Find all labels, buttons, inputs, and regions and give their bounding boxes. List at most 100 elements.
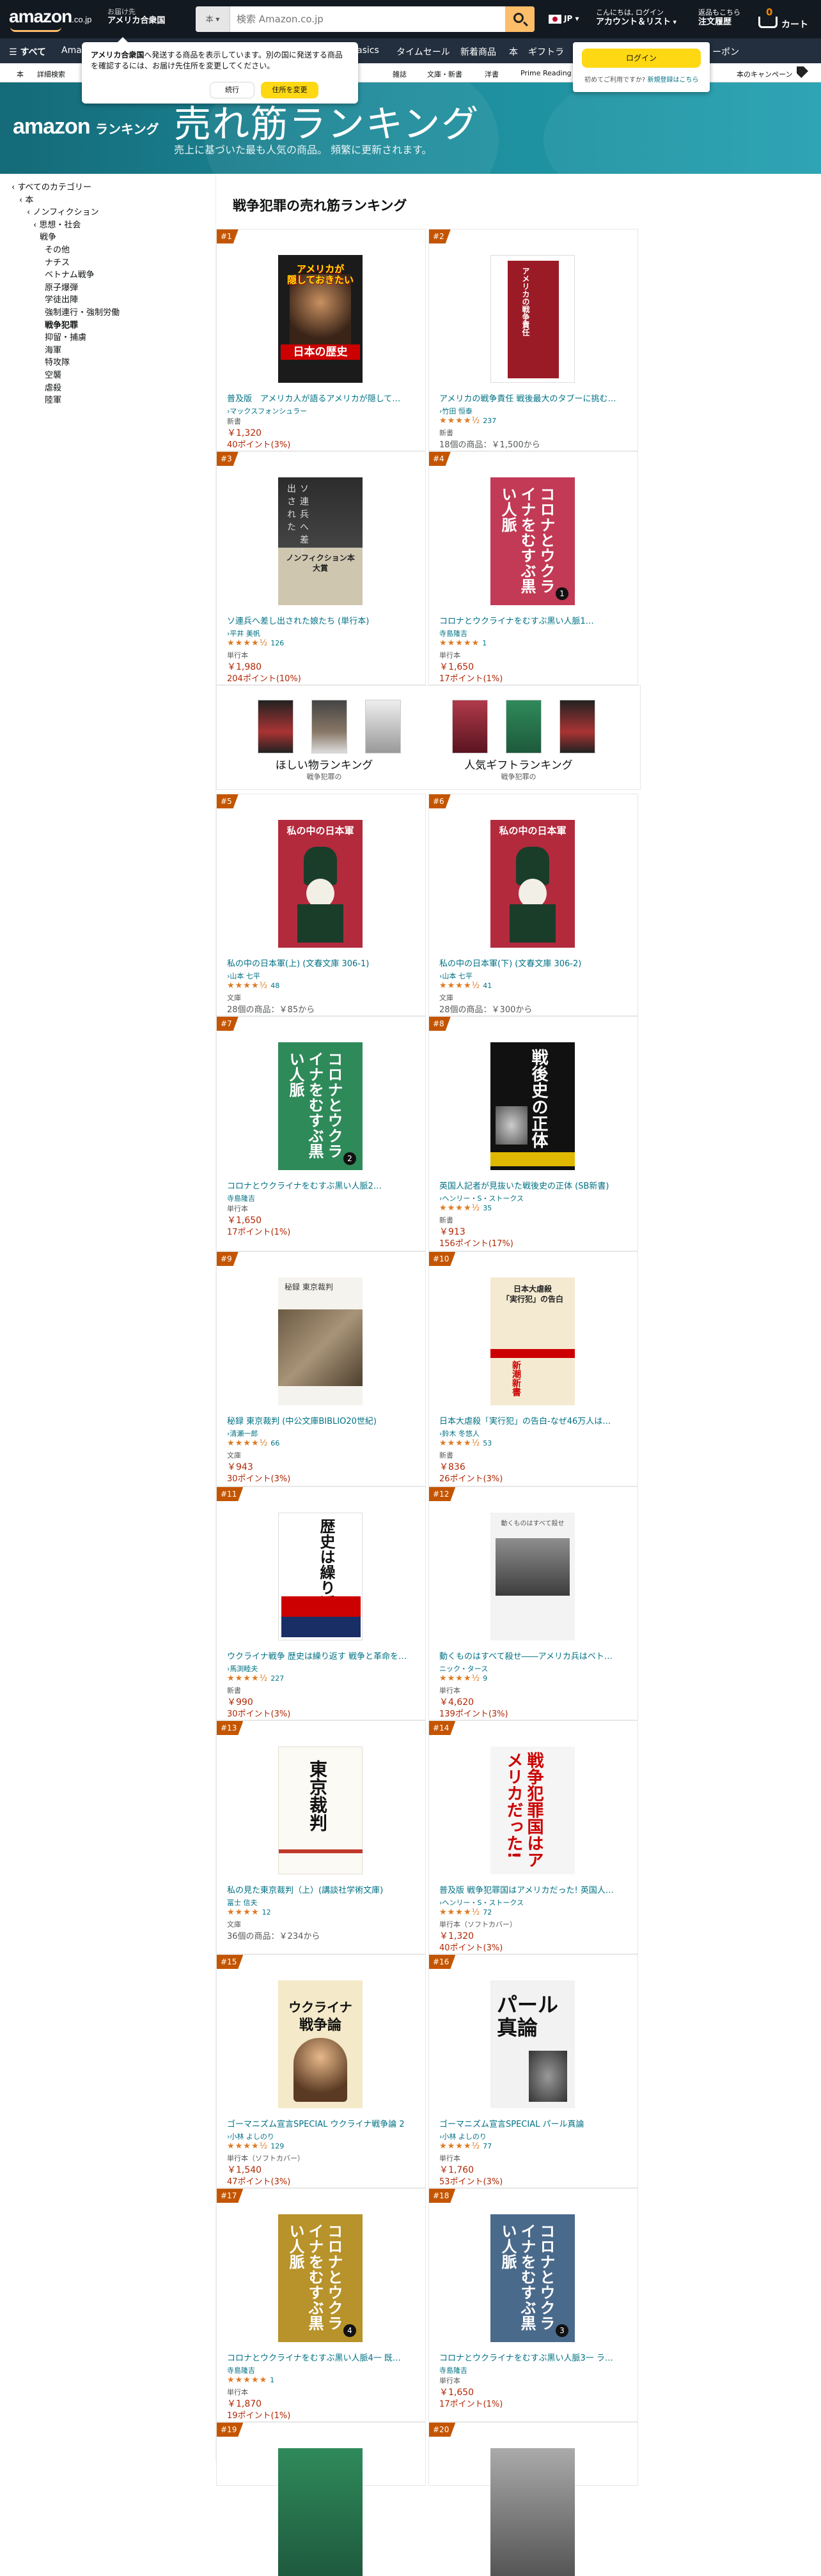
product-image[interactable]: 東京裁判私の見た東京裁判 [278,1747,363,1874]
sidebar-category-item[interactable]: 戦争 [40,233,56,243]
review-count[interactable]: 35 [483,1204,492,1212]
product-offers[interactable]: 18個の商品：￥1,500から [439,438,540,450]
rating-stars[interactable]: ★★★★½ 129 [227,2141,284,2151]
product-image[interactable]: コロナとウクライナをむすぶ黒い人脈4コロナとウクライナをむすぶ黒い人脈 [278,2214,363,2342]
product-title-link[interactable]: 私の中の日本軍(下) (文春文庫 306-2) [439,959,631,969]
language-selector[interactable]: JP ▾ [549,14,579,24]
promo-book-image[interactable] [506,700,542,753]
promo-book-image[interactable] [311,700,347,753]
sidebar-category-item[interactable]: ‹ すべてのカテゴリー [12,183,91,193]
nav-item[interactable]: 本 [509,45,518,58]
product-title-link[interactable]: ウクライナ戦争 歴史は繰り返す 戦争と革命を… [227,1652,419,1662]
rating-stars[interactable]: ★★★★½ 77 [439,2141,492,2151]
product-image[interactable] [278,2448,363,2576]
nav-item[interactable]: asics [357,45,379,56]
subnav-item[interactable]: 雑誌 [393,69,407,79]
product-card[interactable]: #15 ウクライナ戦争論ウクライナ戦争論ゴーマニズム宣言SPECIAL ウクライナ… [216,1954,426,2188]
product-title-link[interactable]: ゴーマニズム宣言SPECIAL パール真論 [439,2120,631,2130]
rating-stars[interactable]: ★★★★½ 53 [439,1438,492,1448]
product-card[interactable]: #3 ソ連兵へ差し出されたノンフィクション本大賞ノンフィクション本大賞ソ連兵へ差し… [216,451,426,685]
deliver-to[interactable]: お届け先 アメリカ合衆国 [107,8,165,26]
product-title-link[interactable]: ソ連兵へ差し出された娘たち (単行本) [227,617,419,627]
product-card[interactable]: #2 アメリカの戦争責任アメリカの戦争責任アメリカの戦争責任 戦後最大のタブーに挑… [428,229,638,451]
product-card[interactable]: #11 歴史は繰り返す歴史は繰り返すウクライナ戦争 歴史は繰り返す 戦争と革命を…… [216,1486,426,1720]
continue-button[interactable]: 続行 [210,82,254,98]
product-title-link[interactable]: コロナとウクライナをむすぶ黒い人脈4一 既… [227,2354,419,2364]
rating-stars[interactable]: ★★★★★ 1 [227,2375,274,2385]
review-count[interactable]: 66 [270,1439,279,1447]
sidebar-category-item[interactable]: 海軍 [45,346,61,356]
subnav-item[interactable]: 本のキャンペーン [737,69,792,79]
review-count[interactable]: 237 [483,417,496,425]
product-image[interactable]: アメリカの戦争責任アメリカの戦争責任 [490,255,575,383]
rating-stars[interactable]: ★★★★½ 35 [439,1203,492,1213]
product-title-link[interactable]: 私の中の日本軍(上) (文春文庫 306-1) [227,959,419,969]
product-author[interactable]: ›ヘンリー・S・ストークス [439,1193,524,1203]
subnav-item[interactable]: Prime Reading [520,69,572,77]
product-author[interactable]: ›ヘンリー・S・ストークス [439,1897,524,1908]
nav-all-menu[interactable]: ☰ すべて [9,45,46,58]
product-image[interactable] [490,2448,575,2576]
product-title-link[interactable]: 英国人記者が見抜いた戦後史の正体 (SB新書) [439,1182,631,1192]
sidebar-category-item[interactable]: 原子爆弾 [45,283,78,293]
product-title-link[interactable]: 動くものはすべて殺せ――アメリカ兵はベト… [439,1652,631,1662]
sidebar-category-item[interactable]: 学徒出陣 [45,295,78,305]
product-image[interactable]: 秘録 東京裁判秘録 東京裁判 [278,1277,363,1405]
product-card[interactable]: #14 戦争犯罪国はアメリカだった!戦争犯罪国はアメリカだった! 普及版 戦争犯罪国… [428,1720,638,1954]
search-button[interactable] [505,6,535,32]
sidebar-category-item[interactable]: ‹ ノンフィクション [27,208,99,218]
product-image[interactable]: ソ連兵へ差し出されたノンフィクション本大賞ノンフィクション本大賞 [278,477,363,605]
product-author[interactable]: ›平井 美帆 [227,628,260,638]
product-author[interactable]: ›小林 よしのり [227,2131,274,2141]
product-offers[interactable]: 36個の商品：￥234から [227,1929,320,1941]
product-card[interactable]: #13 東京裁判私の見た東京裁判私の見た東京裁判（上）(講談社学術文庫)冨士 信夫… [216,1720,426,1954]
subnav-item[interactable]: 洋書 [485,69,499,79]
product-image[interactable]: 私の中の日本軍私の中の日本軍 [278,820,363,948]
sidebar-category-item[interactable]: 空襲 [45,371,61,381]
product-title-link[interactable]: コロナとウクライナをむすぶ黒い人脈3一 ラ… [439,2354,631,2364]
sidebar-category-item[interactable]: 陸軍 [45,396,61,406]
gift-ranking-link[interactable]: 人気ギフトランキング [442,756,595,772]
product-image[interactable]: 日本大虐殺「実行犯」の告白新潮新書日本大虐殺「実行犯」の告白 [490,1277,575,1405]
product-title-link[interactable]: コロナとウクライナをむすぶ黒い人脈2… [227,1182,419,1192]
product-author[interactable]: 冨士 信夫 [227,1897,258,1908]
product-author[interactable]: ›小林 よしのり [439,2131,487,2141]
sidebar-category-item[interactable]: ‹ 思想・社会 [33,220,81,231]
sidebar-category-item[interactable]: 抑留・捕虜 [45,333,86,343]
subnav-item[interactable]: 詳細検索 [37,69,65,79]
review-count[interactable]: 129 [270,2142,284,2150]
sidebar-category-item[interactable]: ナチス [45,258,70,268]
account-menu[interactable]: こんにちは, ログイン アカウント＆リスト ▾ [596,8,676,27]
product-card[interactable]: #4 コロナとウクライナをむすぶ黒い人脈1コロナとウクライナをむすぶ黒い人脈コロナ… [428,451,638,685]
review-count[interactable]: 9 [483,1674,487,1683]
sidebar-category-item[interactable]: ベトナム戦争 [45,270,95,281]
product-author[interactable]: ›山本 七平 [227,971,260,981]
amazon-logo[interactable]: amazon.co.jp [9,6,91,32]
product-card[interactable]: #5 私の中の日本軍私の中の日本軍私の中の日本軍(上) (文春文庫 306-1) ›… [216,794,426,1016]
product-card[interactable]: #17 コロナとウクライナをむすぶ黒い人脈4コロナとウクライナをむすぶ黒い人脈コロ… [216,2188,426,2422]
sidebar-category-item[interactable]: 特攻隊 [45,358,70,368]
product-title-link[interactable]: 日本大虐殺「実行犯」の告白-なぜ46万人は… [439,1417,631,1427]
rating-stars[interactable]: ★★★★½ 9 [439,1674,487,1683]
subnav-item[interactable]: 本 [17,69,24,79]
product-image[interactable]: 私の中の日本軍私の中の日本軍 [490,820,575,948]
product-author[interactable]: ›マックスフォンシュラー [227,406,307,416]
product-title-link[interactable]: アメリカの戦争責任 戦後最大のタブーに挑む… [439,394,631,405]
review-count[interactable]: 1 [482,639,487,647]
review-count[interactable]: 41 [483,982,492,990]
promo-book-image[interactable] [452,700,488,753]
login-button[interactable]: ログイン [582,49,701,68]
product-card[interactable]: #9 秘録 東京裁判秘録 東京裁判秘録 東京裁判 (中公文庫BIBLIO20世紀)… [216,1251,426,1486]
review-count[interactable]: 12 [262,1908,271,1917]
sidebar-category-item[interactable]: その他 [45,245,70,256]
review-count[interactable]: 72 [483,1908,492,1917]
promo-book-image[interactable] [258,700,293,753]
product-author[interactable]: 寺島隆吉 [227,2365,255,2375]
review-count[interactable]: 53 [483,1439,492,1447]
product-image[interactable]: コロナとウクライナをむすぶ黒い人脈1コロナとウクライナをむすぶ黒い人脈 [490,477,575,605]
product-offers[interactable]: 28個の商品：￥85から [227,1003,315,1015]
rating-stars[interactable]: ★★★★½ 126 [227,638,284,648]
product-image[interactable]: ウクライナ戦争論ウクライナ戦争論 [278,1980,363,2108]
subnav-item[interactable]: 文庫・新書 [427,69,462,79]
product-title-link[interactable]: 秘録 東京裁判 (中公文庫BIBLIO20世紀) [227,1417,419,1427]
